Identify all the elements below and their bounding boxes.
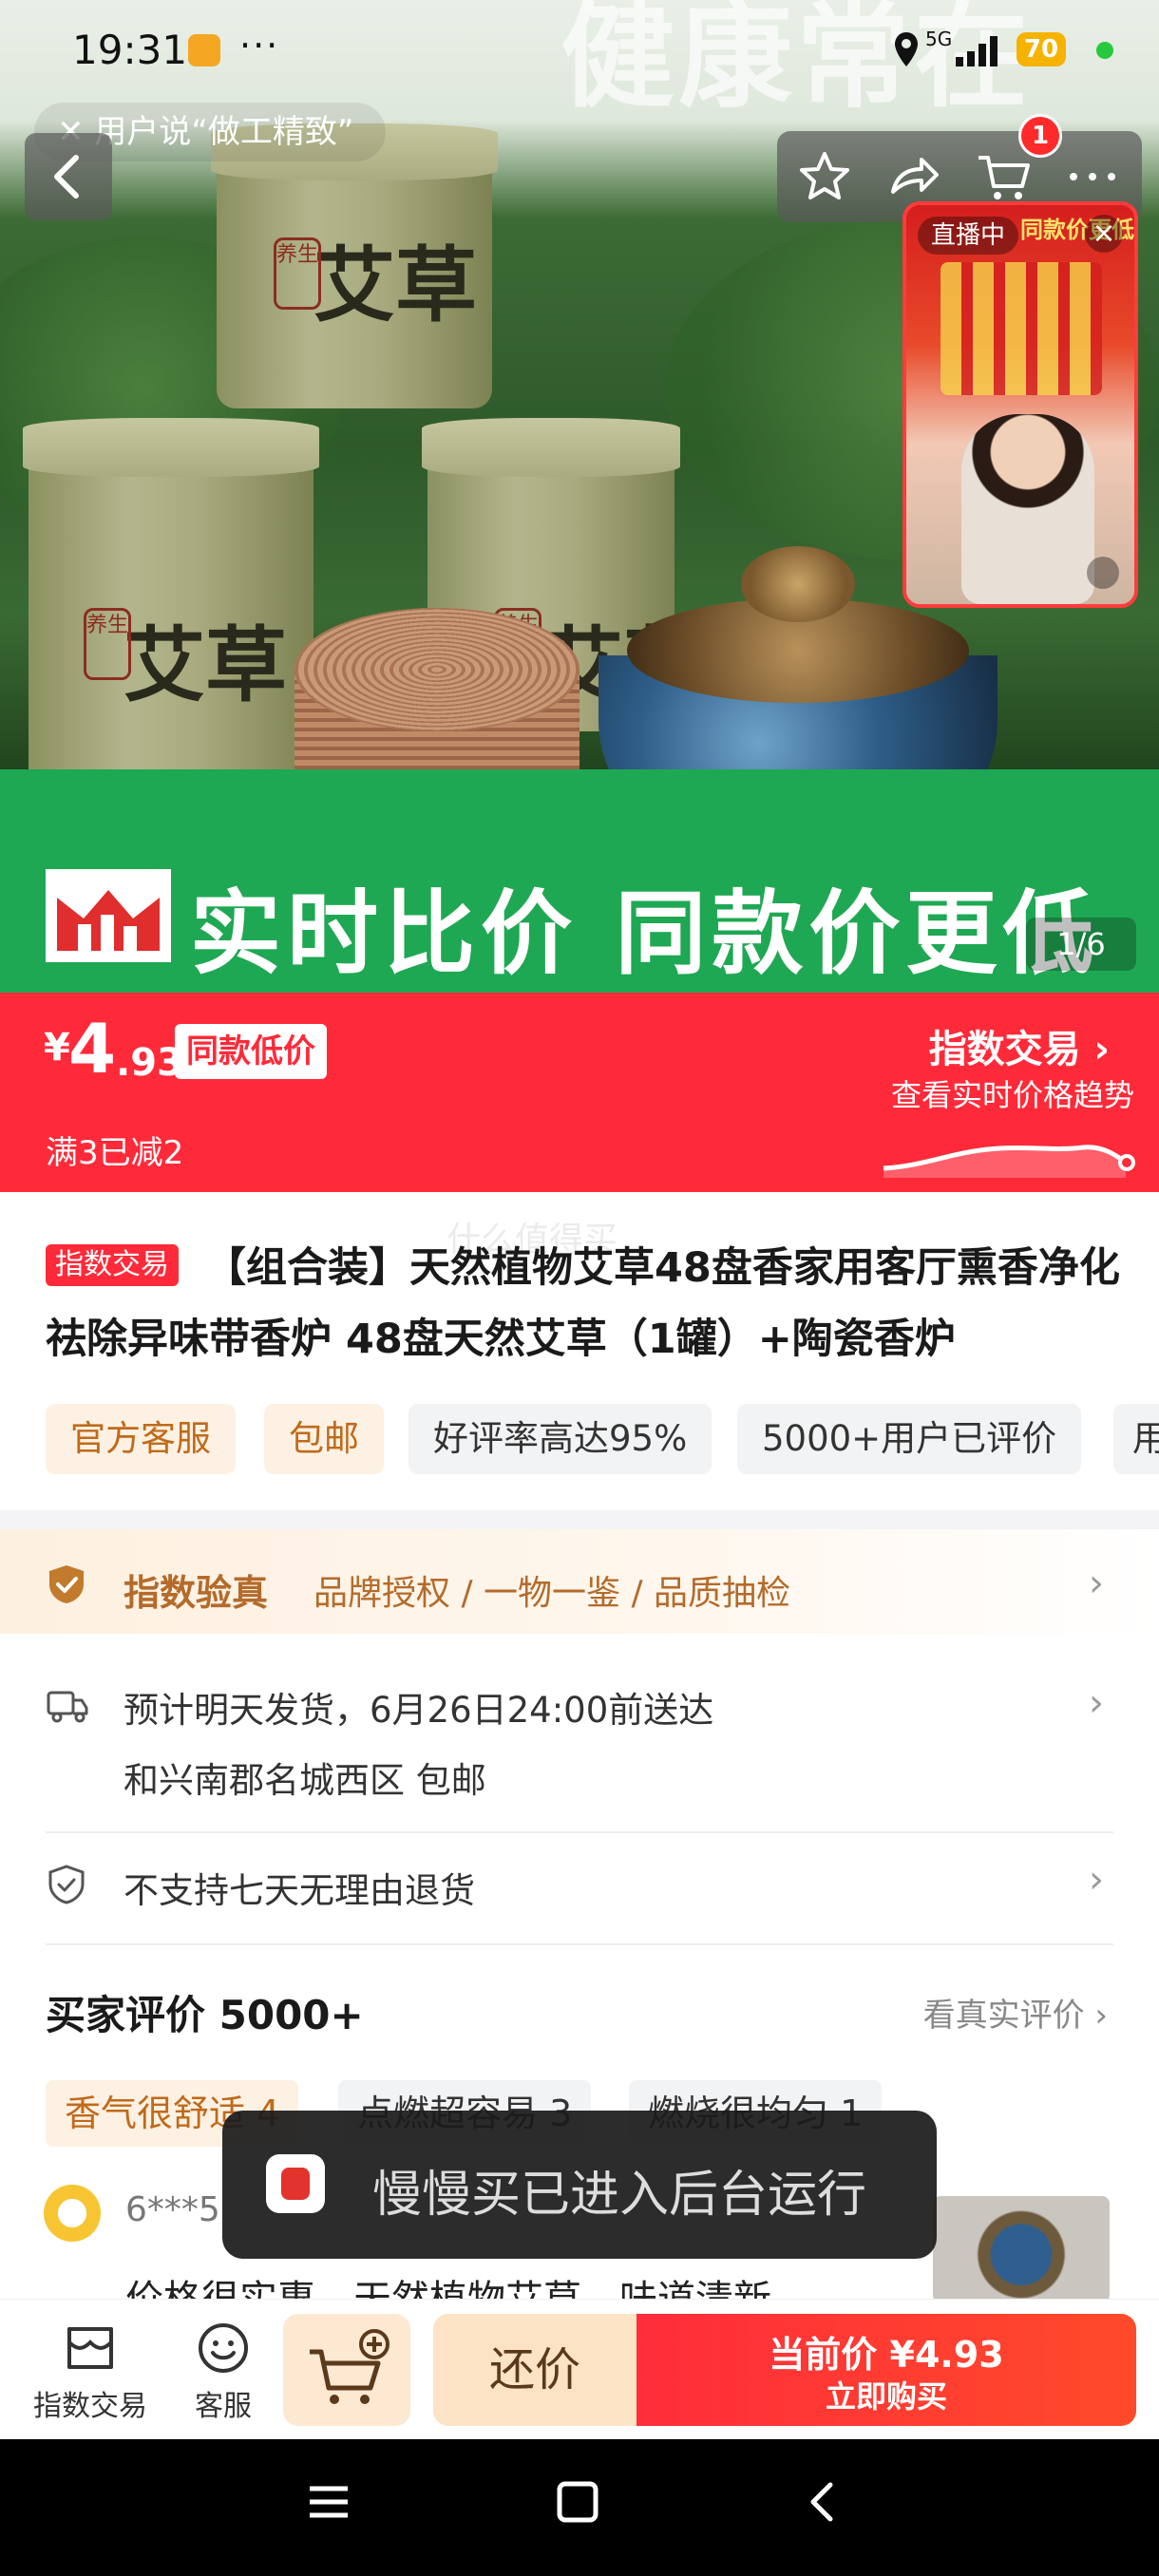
can-lid: [422, 418, 680, 477]
delivery-address: 和兴南郡名城西区 包邮: [124, 1760, 486, 1801]
chevron-right-icon: ›: [1094, 1997, 1108, 2035]
battery-icon: 70: [1016, 32, 1066, 66]
cart-icon[interactable]: [975, 148, 1032, 205]
chip-truncated[interactable]: 用: [1113, 1404, 1159, 1474]
chevron-right-icon: ›: [1093, 1028, 1110, 1071]
mute-icon[interactable]: [1087, 557, 1119, 589]
row-divider: [46, 1831, 1113, 1833]
clock: 19:31: [72, 27, 188, 73]
cart-plus-icon: [310, 2329, 390, 2404]
chip-official-service[interactable]: 官方客服: [46, 1404, 236, 1474]
customer-service-tab[interactable]: 客服: [171, 2321, 276, 2424]
can-label: 艾草: [314, 237, 477, 333]
privacy-dot-icon: [1096, 42, 1113, 59]
reviews-title: 买家评价 5000+: [46, 1992, 364, 2038]
title-badge: 指数交易: [46, 1244, 179, 1286]
live-stream-window[interactable]: 同款价更低 直播中 ×: [902, 201, 1138, 608]
back-arrow-icon: [54, 155, 79, 199]
index-trade-label: 指数交易: [928, 1028, 1081, 1071]
avatar: [44, 2185, 101, 2242]
price-decimal: .93: [116, 1041, 183, 1085]
price-integer: 4: [68, 1009, 117, 1089]
chip-positive-rate[interactable]: 好评率高达95%: [408, 1404, 712, 1474]
cart-count-badge: 1: [1018, 114, 1062, 158]
back-button[interactable]: [25, 133, 112, 220]
reviewer-name: 6***5: [125, 2190, 220, 2229]
signal-area: 5G: [893, 27, 1007, 81]
status-bar: 19:31 ··· 5G 70: [0, 0, 1159, 104]
live-close-icon[interactable]: ×: [1085, 215, 1123, 253]
index-trade-tab-label: 指数交易: [33, 2390, 147, 2423]
view-reviews-link[interactable]: 看真实评价 ›: [923, 1989, 1108, 2036]
app-logo-mark: [281, 2168, 310, 2200]
incense-coil-top: [294, 608, 580, 731]
price-trend-sparkline[interactable]: [884, 1121, 1140, 1178]
more-notifications-icon: ···: [239, 25, 280, 66]
buyer-quote-text: 用户说“做工精致”: [94, 113, 354, 151]
bargain-button[interactable]: 还价: [433, 2314, 636, 2426]
price-currency: ¥: [44, 1026, 70, 1070]
image-counter: 1/6: [1026, 918, 1136, 971]
shield-outline-icon: [48, 1865, 85, 1904]
smiley-service-icon: [199, 2323, 248, 2373]
more-icon[interactable]: [1064, 148, 1121, 205]
store-icon: [67, 2327, 113, 2369]
buy-now-price: 当前价 ¥4.93: [769, 2334, 1004, 2376]
product-title-text: 【组合装】天然植物艾草48盘香家用客厅熏香净化祛除异味带香炉 48盘天然艾草（1…: [46, 1244, 1120, 1363]
customer-service-label: 客服: [195, 2390, 252, 2423]
live-badge: 直播中: [918, 217, 1019, 255]
app-notification-icon: [188, 34, 220, 66]
live-product-grid: [940, 262, 1102, 395]
view-reviews-label: 看真实评价: [922, 1997, 1085, 2035]
chevron-right-icon: ›: [1089, 1858, 1104, 1902]
truck-icon: [47, 1691, 88, 1723]
section-divider: [0, 1510, 1159, 1529]
chevron-right-icon: ›: [1089, 1681, 1104, 1725]
add-to-cart-button[interactable]: [283, 2314, 410, 2426]
shield-check-icon: [49, 1565, 84, 1603]
can-seal: 养生: [84, 608, 131, 680]
network-type-label: 5G: [925, 28, 952, 50]
verify-title: 指数验真: [124, 1572, 269, 1614]
buy-now-label: 立即购买: [825, 2378, 947, 2415]
verify-description: 品牌授权 / 一物一鉴 / 品质抽检: [314, 1574, 791, 1613]
return-policy[interactable]: 不支持七天无理由退货: [124, 1862, 475, 1913]
home-icon[interactable]: [555, 2479, 600, 2525]
price-trend-subtitle: 查看实时价格趋势: [890, 1077, 1134, 1113]
back-nav-icon[interactable]: [800, 2479, 846, 2525]
live-host: [961, 414, 1094, 604]
chip-review-count[interactable]: 5000+用户已评价: [737, 1404, 1082, 1474]
toast-message: 慢慢买已进入后台运行: [372, 2167, 867, 2224]
promo-text: 满3已减2: [46, 1134, 184, 1172]
burner-knob: [741, 546, 855, 622]
row-divider: [46, 1943, 1113, 1945]
strip-slogan: 实时比价 同款价更低: [190, 881, 1100, 987]
low-price-tag: 同款低价: [175, 1024, 327, 1079]
star-icon[interactable]: [796, 148, 853, 205]
can-lid: [23, 418, 319, 477]
menu-icon[interactable]: [306, 2479, 352, 2525]
chip-free-shipping[interactable]: 包邮: [264, 1404, 384, 1474]
can-seal: 养生: [274, 237, 321, 310]
brand-logo-icon: [46, 869, 171, 962]
share-icon[interactable]: [885, 148, 942, 205]
chevron-right-icon: ›: [1089, 1562, 1104, 1605]
can-label: 艾草: [124, 617, 287, 713]
product-title: 【组合装】天然植物艾草48盘香家用客厅熏香净化祛除异味带香炉 48盘天然艾草（1…: [46, 1233, 1129, 1375]
index-trade-link[interactable]: 指数交易 ›: [929, 1018, 1110, 1073]
review-photo[interactable]: [933, 2196, 1110, 2302]
delivery-estimate[interactable]: 预计明天发货，6月26日24:00前送达: [124, 1681, 713, 1733]
index-trade-tab[interactable]: 指数交易: [28, 2321, 152, 2424]
